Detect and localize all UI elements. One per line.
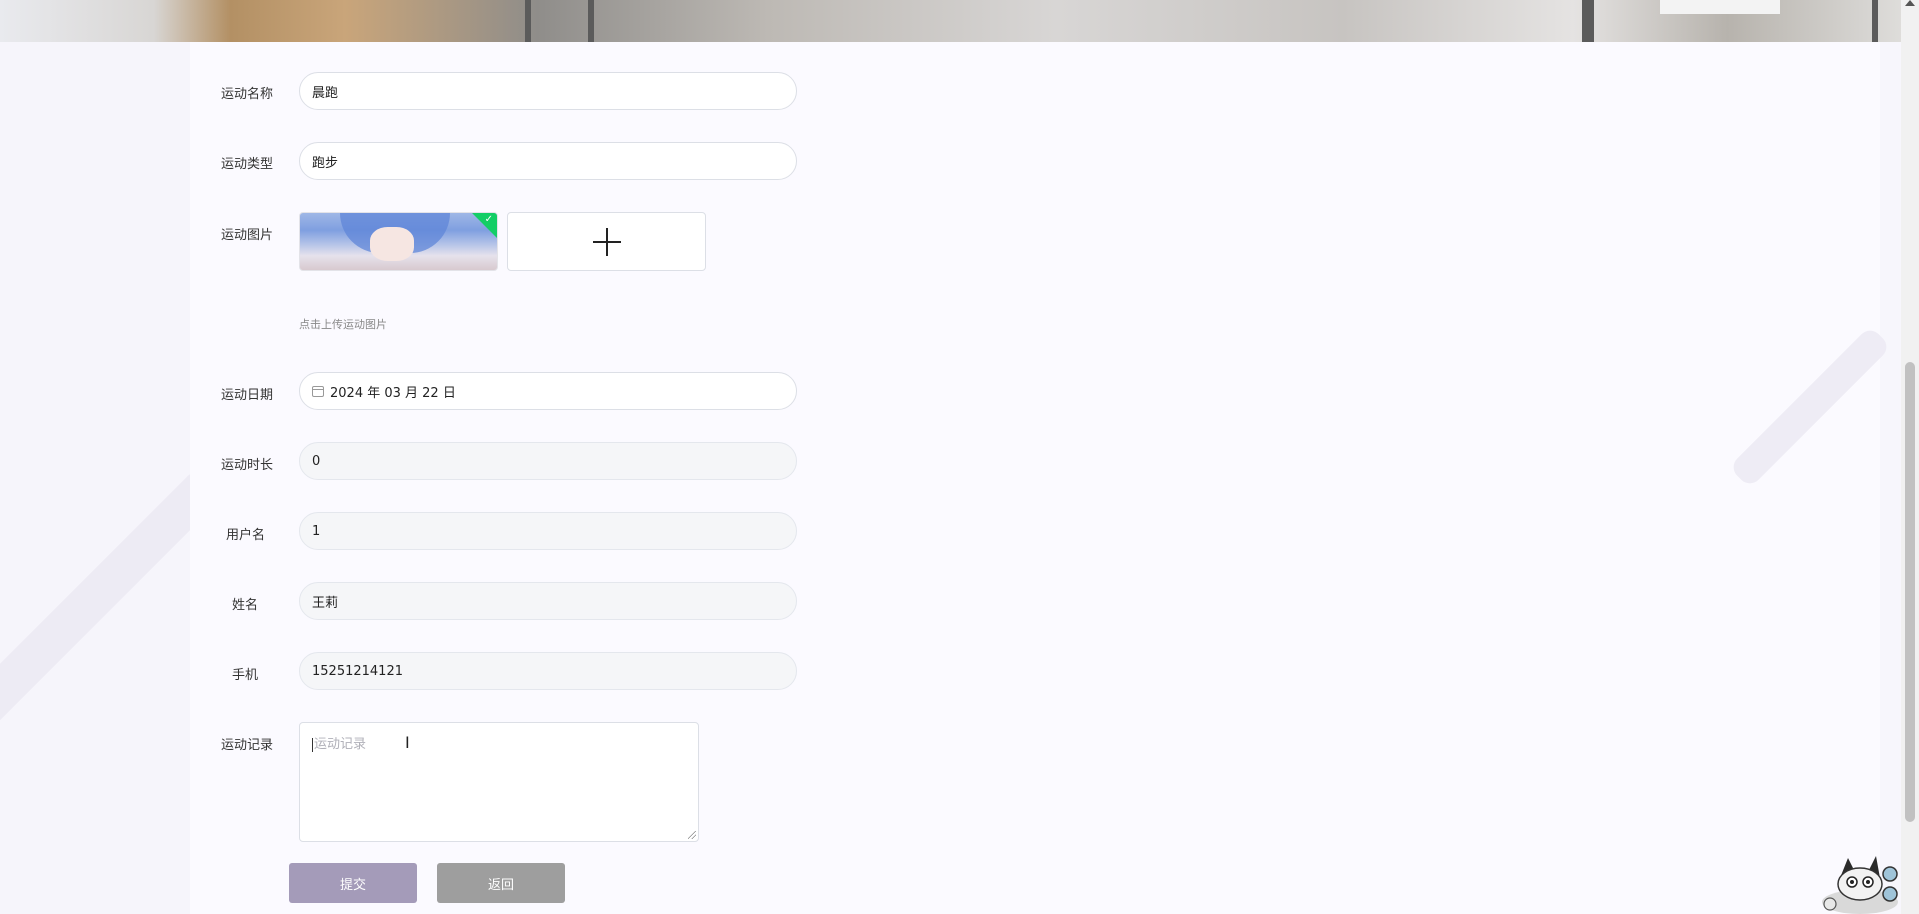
date-label: 运动日期 xyxy=(220,388,273,403)
header-banner-image xyxy=(0,0,1919,42)
back-button[interactable]: 返回 xyxy=(437,863,565,903)
page-background-right xyxy=(1880,42,1901,914)
name-input[interactable]: 晨跑 xyxy=(299,72,797,110)
image-upload-button[interactable] xyxy=(507,212,706,271)
username-label: 用户名 xyxy=(225,528,265,543)
realname-input[interactable]: 王莉 xyxy=(299,582,797,620)
record-placeholder: 运动记录 xyxy=(314,737,367,752)
record-label: 运动记录 xyxy=(220,738,273,753)
plus-icon xyxy=(592,227,621,256)
scroll-up-arrow-icon[interactable] xyxy=(1905,0,1915,6)
type-input[interactable]: 跑步 xyxy=(299,142,797,180)
uploaded-image-thumbnail[interactable]: ✓ xyxy=(299,212,498,271)
upload-success-badge xyxy=(468,213,497,242)
submit-button[interactable]: 提交 xyxy=(289,863,417,903)
type-label: 运动类型 xyxy=(220,157,273,172)
username-input[interactable]: 1 xyxy=(299,512,797,550)
upload-hint: 点击上传运动图片 xyxy=(299,318,387,331)
check-icon: ✓ xyxy=(484,214,493,225)
date-input[interactable]: 2024 年 03 月 22 日 xyxy=(299,372,797,410)
record-textarea[interactable]: 运动记录 xyxy=(299,722,699,842)
scrollbar-thumb[interactable] xyxy=(1905,362,1915,822)
resize-handle[interactable] xyxy=(688,831,696,839)
calendar-icon xyxy=(312,385,324,397)
duration-label: 运动时长 xyxy=(220,458,273,473)
phone-input[interactable]: 15251214121 xyxy=(299,652,797,690)
page-background xyxy=(0,42,225,914)
text-cursor-icon: I xyxy=(405,733,410,752)
phone-label: 手机 xyxy=(231,668,258,683)
name-label: 运动名称 xyxy=(220,87,273,102)
text-caret xyxy=(312,737,313,752)
cat-mascot-icon[interactable] xyxy=(1810,848,1902,914)
realname-label: 姓名 xyxy=(231,598,258,613)
image-label: 运动图片 xyxy=(220,228,273,243)
duration-input[interactable]: 0 xyxy=(299,442,797,480)
page-scrollbar[interactable] xyxy=(1901,0,1919,914)
